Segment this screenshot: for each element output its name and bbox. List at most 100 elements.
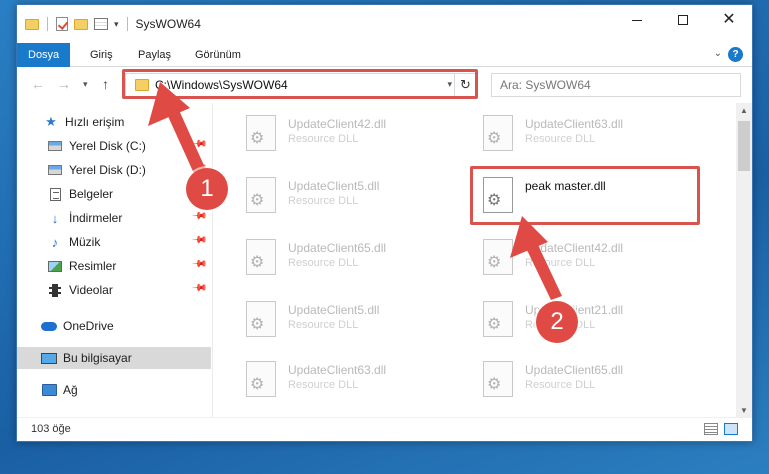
- sidebar-item-pictures[interactable]: Resimler 📌: [17, 255, 211, 277]
- file-list: UpdateClient42.dll Resource DLL UpdateCl…: [214, 103, 728, 419]
- sidebar-item-label: Ağ: [63, 383, 78, 397]
- file-type: Resource DLL: [288, 133, 359, 145]
- folder-icon[interactable]: [25, 18, 39, 30]
- sidebar-item-local-disk-c[interactable]: Yerel Disk (C:) 📌: [17, 135, 211, 157]
- item-count: 103 öğe: [31, 423, 71, 435]
- dll-file-icon: [483, 239, 513, 275]
- file-type: Resource DLL: [525, 133, 596, 145]
- sidebar-item-network[interactable]: Ağ: [17, 379, 211, 401]
- maximize-icon: [678, 15, 688, 25]
- pin-icon[interactable]: 📌: [190, 256, 207, 273]
- file-type: Resource DLL: [288, 257, 359, 269]
- minimize-button[interactable]: [614, 5, 660, 35]
- dll-file-icon: [246, 301, 276, 337]
- file-name: UpdateClient63.dll: [525, 117, 624, 131]
- sidebar-item-label: Hızlı erişim: [65, 115, 125, 129]
- close-icon: ✕: [722, 11, 736, 28]
- drive-icon: [48, 141, 62, 151]
- dll-file-icon: [246, 361, 276, 397]
- downloads-icon: ↓: [51, 210, 59, 226]
- details-view-icon[interactable]: [704, 423, 718, 435]
- minimize-icon: [632, 19, 642, 21]
- videos-icon: [49, 283, 61, 297]
- navigation-pane: ★ Hızlı erişim Yerel Disk (C:) 📌 Yerel D…: [17, 103, 213, 419]
- file-item[interactable]: UpdateClient5.dll Resource DLL: [234, 291, 454, 345]
- dll-file-icon: [246, 177, 276, 213]
- file-item[interactable]: UpdateClient63.dll Resource DLL: [234, 351, 454, 405]
- address-highlight-box: [122, 69, 478, 99]
- back-arrow-icon[interactable]: ←: [31, 76, 45, 92]
- expand-ribbon-icon[interactable]: ⌄: [714, 48, 722, 59]
- dll-file-icon: [483, 301, 513, 337]
- file-item[interactable]: UpdateClient42.dll Resource DLL: [471, 229, 691, 283]
- divider: [47, 17, 48, 31]
- pin-icon[interactable]: 📌: [190, 208, 207, 225]
- file-item[interactable]: UpdateClient5.dll Resource DLL: [234, 167, 454, 221]
- this-pc-icon: [41, 352, 57, 364]
- tab-share[interactable]: Paylaş: [127, 43, 182, 67]
- file-name: UpdateClient65.dll: [288, 241, 387, 255]
- file-item[interactable]: UpdateClient65.dll Resource DLL: [234, 229, 454, 283]
- sidebar-item-documents[interactable]: Belgeler 📌: [17, 183, 211, 205]
- sidebar-item-this-pc[interactable]: Bu bilgisayar: [17, 347, 211, 369]
- file-type: Resource DLL: [288, 379, 359, 391]
- drive-icon-wrap: [47, 139, 63, 153]
- sidebar-item-videos[interactable]: Videolar 📌: [17, 279, 211, 301]
- sidebar-item-label: Videolar: [69, 283, 113, 297]
- file-name: UpdateClient65.dll: [525, 363, 624, 377]
- sidebar-item-onedrive[interactable]: OneDrive: [17, 315, 211, 337]
- file-item[interactable]: UpdateClient63.dll Resource DLL: [471, 105, 691, 159]
- sidebar-item-music[interactable]: ♪ Müzik 📌: [17, 231, 211, 253]
- file-name: UpdateClient5.dll: [288, 179, 380, 193]
- scroll-up-icon[interactable]: ▲: [736, 103, 752, 119]
- close-button[interactable]: ✕: [706, 5, 752, 35]
- step-2-badge: 2: [536, 301, 578, 343]
- drive-icon-wrap: [47, 163, 63, 177]
- checkmark-icon[interactable]: [56, 17, 68, 31]
- vertical-scrollbar[interactable]: ▲ ▼: [736, 103, 752, 419]
- quick-access-toolbar: ▾ SysWOW64: [25, 17, 201, 31]
- search-input[interactable]: Ara: SysWOW64: [491, 73, 741, 97]
- file-name: UpdateClient42.dll: [525, 241, 624, 255]
- dll-file-icon: [483, 115, 513, 151]
- window-title: SysWOW64: [135, 17, 201, 31]
- tab-view[interactable]: Görünüm: [184, 43, 252, 67]
- file-type: Resource DLL: [288, 319, 359, 331]
- pictures-icon-wrap: [47, 259, 63, 273]
- file-type: Resource DLL: [525, 257, 596, 269]
- help-icon[interactable]: ?: [728, 47, 743, 62]
- sidebar-item-label: İndirmeler: [69, 211, 123, 225]
- recent-locations-icon[interactable]: ▾: [83, 79, 88, 90]
- forward-arrow-icon[interactable]: →: [57, 76, 71, 92]
- sidebar-item-local-disk-d[interactable]: Yerel Disk (D:) 📌: [17, 159, 211, 181]
- network-icon: [41, 384, 57, 396]
- sidebar-item-quick-access[interactable]: ★ Hızlı erişim: [17, 111, 211, 133]
- customize-toolbar-icon[interactable]: ▾: [114, 19, 119, 30]
- sidebar-item-label: Yerel Disk (C:): [69, 139, 146, 153]
- file-item[interactable]: UpdateClient21.dll Resource DLL: [471, 291, 691, 345]
- properties-icon[interactable]: [94, 18, 108, 30]
- scroll-thumb[interactable]: [738, 121, 750, 171]
- pin-icon[interactable]: 📌: [190, 232, 207, 249]
- file-item[interactable]: UpdateClient42.dll Resource DLL: [234, 105, 454, 159]
- pin-icon[interactable]: 📌: [190, 280, 207, 297]
- tab-home[interactable]: Giriş: [79, 43, 124, 67]
- sidebar-item-label: Belgeler: [69, 187, 114, 201]
- documents-icon: [49, 187, 61, 201]
- sidebar-item-downloads[interactable]: ↓ İndirmeler 📌: [17, 207, 211, 229]
- network-icon-wrap: [41, 383, 57, 397]
- dll-file-icon: [483, 361, 513, 397]
- tab-file[interactable]: Dosya: [17, 43, 71, 67]
- file-name: UpdateClient5.dll: [288, 303, 380, 317]
- maximize-button[interactable]: [660, 5, 706, 35]
- sidebar-item-label: Yerel Disk (D:): [69, 163, 146, 177]
- large-icons-view-icon[interactable]: [724, 423, 738, 435]
- up-arrow-icon[interactable]: ↑: [102, 76, 109, 92]
- new-folder-icon[interactable]: [74, 18, 88, 30]
- videos-icon-wrap: [47, 283, 63, 297]
- this-pc-icon-wrap: [41, 351, 57, 365]
- file-name: UpdateClient63.dll: [288, 363, 387, 377]
- file-item[interactable]: UpdateClient65.dll Resource DLL: [471, 351, 691, 405]
- sidebar-item-label: Bu bilgisayar: [63, 351, 132, 365]
- pin-icon[interactable]: 📌: [190, 136, 207, 153]
